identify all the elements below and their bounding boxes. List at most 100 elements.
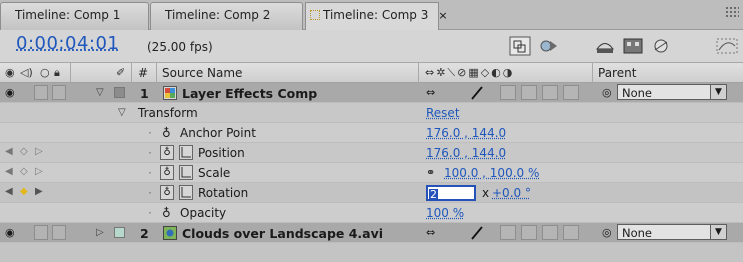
label-header-icon: ✐ xyxy=(116,66,126,79)
motion-blur-icon[interactable] xyxy=(650,36,672,56)
quality-switch-icon[interactable] xyxy=(470,86,484,100)
prev-keyframe-icon[interactable]: ◀ xyxy=(5,166,13,177)
edit-value: 2 xyxy=(429,188,438,201)
switches-header-icons: ⇔✲⟍⊘▦◇◐◑ xyxy=(425,66,515,79)
motion-blur-switch[interactable] xyxy=(542,225,558,240)
layer-number-header: # xyxy=(138,66,149,80)
layer-row-1[interactable]: ◉ ▽ 1 Layer Effects Comp ⇔ ◎ None ▼ xyxy=(0,83,743,103)
lock-switch[interactable] xyxy=(52,225,66,240)
timeline-panel: Timeline: Comp 1 Timeline: Comp 2 Timeli… xyxy=(0,0,743,262)
bullet: · xyxy=(148,186,152,200)
parent-value: None xyxy=(622,86,653,100)
shy-switch-icon[interactable]: ⇔ xyxy=(426,86,435,99)
keyframe-diamond-icon[interactable]: ◇ xyxy=(20,166,28,177)
expand-triangle-icon[interactable]: ▽ xyxy=(118,107,126,118)
reset-link[interactable]: Reset xyxy=(426,106,460,120)
label-color-swatch[interactable] xyxy=(114,87,125,98)
lock-header-icon: 🔒︎ xyxy=(54,66,60,79)
quality-switch-icon[interactable] xyxy=(470,226,484,240)
lock-switch[interactable] xyxy=(52,85,66,100)
property-value[interactable]: 176.0 , 144.0 xyxy=(426,126,506,140)
stopwatch-icon[interactable]: ♁ xyxy=(160,145,174,160)
tab-comp-2[interactable]: Timeline: Comp 2 xyxy=(150,2,303,30)
source-name-header[interactable]: Source Name xyxy=(162,66,242,80)
empty-layer-area xyxy=(0,243,743,262)
stopwatch-icon[interactable]: ♁ xyxy=(160,185,174,200)
tab-comp-1[interactable]: Timeline: Comp 1 xyxy=(0,2,149,30)
parent-value: None xyxy=(622,226,653,240)
property-value[interactable]: +0.0 ° xyxy=(492,186,531,200)
bullet: · xyxy=(148,146,152,160)
rotation-edit-field[interactable]: 2 xyxy=(426,185,476,201)
property-prefix: x xyxy=(482,186,490,200)
property-name: Scale xyxy=(198,166,231,180)
next-keyframe-icon[interactable]: ▶ xyxy=(35,186,43,197)
frame-blend-switch[interactable] xyxy=(521,85,537,100)
tab-label: Timeline: Comp 3 xyxy=(323,8,429,22)
property-name: Anchor Point xyxy=(180,126,256,140)
property-value[interactable]: 100.0 , 100.0 % xyxy=(444,166,539,180)
solo-switch[interactable] xyxy=(34,225,48,240)
stopwatch-icon[interactable]: ♁ xyxy=(162,206,171,220)
keyframe-diamond-icon[interactable]: ◆ xyxy=(20,186,28,197)
shy-layers-icon[interactable] xyxy=(594,36,616,56)
constrain-proportions-icon[interactable]: ⚭ xyxy=(426,166,435,179)
next-keyframe-icon[interactable]: ▷ xyxy=(35,146,43,157)
transform-group-row[interactable]: ▽ Transform Reset xyxy=(0,103,743,123)
current-time-display[interactable]: 0:00:04:01 xyxy=(16,33,119,54)
property-value[interactable]: 100 % xyxy=(426,206,464,220)
tab-comp-3[interactable]: Timeline: Comp 3 × xyxy=(305,2,448,30)
property-value[interactable]: 176.0 , 144.0 xyxy=(426,146,506,160)
eye-icon[interactable]: ◉ xyxy=(5,86,15,99)
frame-blending-icon[interactable] xyxy=(622,36,644,56)
effect-switch[interactable] xyxy=(500,85,516,100)
prev-keyframe-icon[interactable]: ◀ xyxy=(5,146,13,157)
transform-label: Transform xyxy=(138,106,198,120)
adjustment-switch[interactable] xyxy=(563,225,579,240)
pick-whip-icon[interactable]: ◎ xyxy=(602,226,612,239)
parent-dropdown[interactable]: None ▼ xyxy=(617,224,727,240)
frame-blend-switch[interactable] xyxy=(521,225,537,240)
layer-name[interactable]: Clouds over Landscape 4.avi xyxy=(182,226,383,241)
layer-row-2[interactable]: ◉ ▷ 2 Clouds over Landscape 4.avi ⇔ ◎ No… xyxy=(0,223,743,243)
live-update-icon[interactable] xyxy=(538,36,560,56)
collapse-triangle-icon[interactable]: ▷ xyxy=(96,227,104,238)
tab-label: Timeline: Comp 1 xyxy=(15,8,121,22)
parent-dropdown[interactable]: None ▼ xyxy=(617,84,727,100)
audio-switch-header-icon: ◁) xyxy=(20,66,33,79)
property-name: Rotation xyxy=(198,186,249,200)
stopwatch-icon[interactable]: ♁ xyxy=(162,126,171,140)
solo-header-icon: ○ xyxy=(40,66,50,79)
property-row-scale: ◀ ◇ ▷ · ♁ Scale ⚭ 100.0 , 100.0 % xyxy=(0,163,743,183)
stopwatch-icon[interactable]: ♁ xyxy=(160,165,174,180)
keyframe-diamond-icon[interactable]: ◇ xyxy=(20,146,28,157)
pick-whip-icon[interactable]: ◎ xyxy=(602,86,612,99)
chevron-down-icon: ▼ xyxy=(710,85,726,99)
panel-menu-grip-icon[interactable] xyxy=(725,6,739,18)
graph-toggle-icon[interactable] xyxy=(179,185,193,200)
property-row-position: ◀ ◇ ▷ · ♁ Position 176.0 , 144.0 xyxy=(0,143,743,163)
comp-mini-flowchart-icon[interactable] xyxy=(509,36,531,56)
next-keyframe-icon[interactable]: ▷ xyxy=(35,166,43,177)
panel-grip-icon xyxy=(310,10,320,20)
expand-triangle-icon[interactable]: ▽ xyxy=(96,87,104,98)
bullet: · xyxy=(148,126,152,140)
property-row-rotation: ◀ ◆ ▶ · ♁ Rotation 2 x +0.0 ° xyxy=(0,183,743,203)
graph-toggle-icon[interactable] xyxy=(179,145,193,160)
effect-switch[interactable] xyxy=(500,225,516,240)
bullet: · xyxy=(148,206,152,220)
prev-keyframe-icon[interactable]: ◀ xyxy=(5,186,13,197)
shy-switch-icon[interactable]: ⇔ xyxy=(426,226,435,239)
adjustment-switch[interactable] xyxy=(563,85,579,100)
eye-icon[interactable]: ◉ xyxy=(5,226,15,239)
property-name: Opacity xyxy=(180,206,227,220)
layer-name[interactable]: Layer Effects Comp xyxy=(182,86,317,101)
time-header: 0:00:04:01 (25.00 fps) xyxy=(0,30,743,63)
graph-toggle-icon[interactable] xyxy=(179,165,193,180)
solo-switch[interactable] xyxy=(34,85,48,100)
close-tab-icon[interactable]: × xyxy=(438,9,447,22)
property-row-opacity: · ♁ Opacity 100 % xyxy=(0,203,743,223)
graph-editor-icon[interactable] xyxy=(715,36,739,56)
label-color-swatch[interactable] xyxy=(114,227,125,238)
motion-blur-switch[interactable] xyxy=(542,85,558,100)
